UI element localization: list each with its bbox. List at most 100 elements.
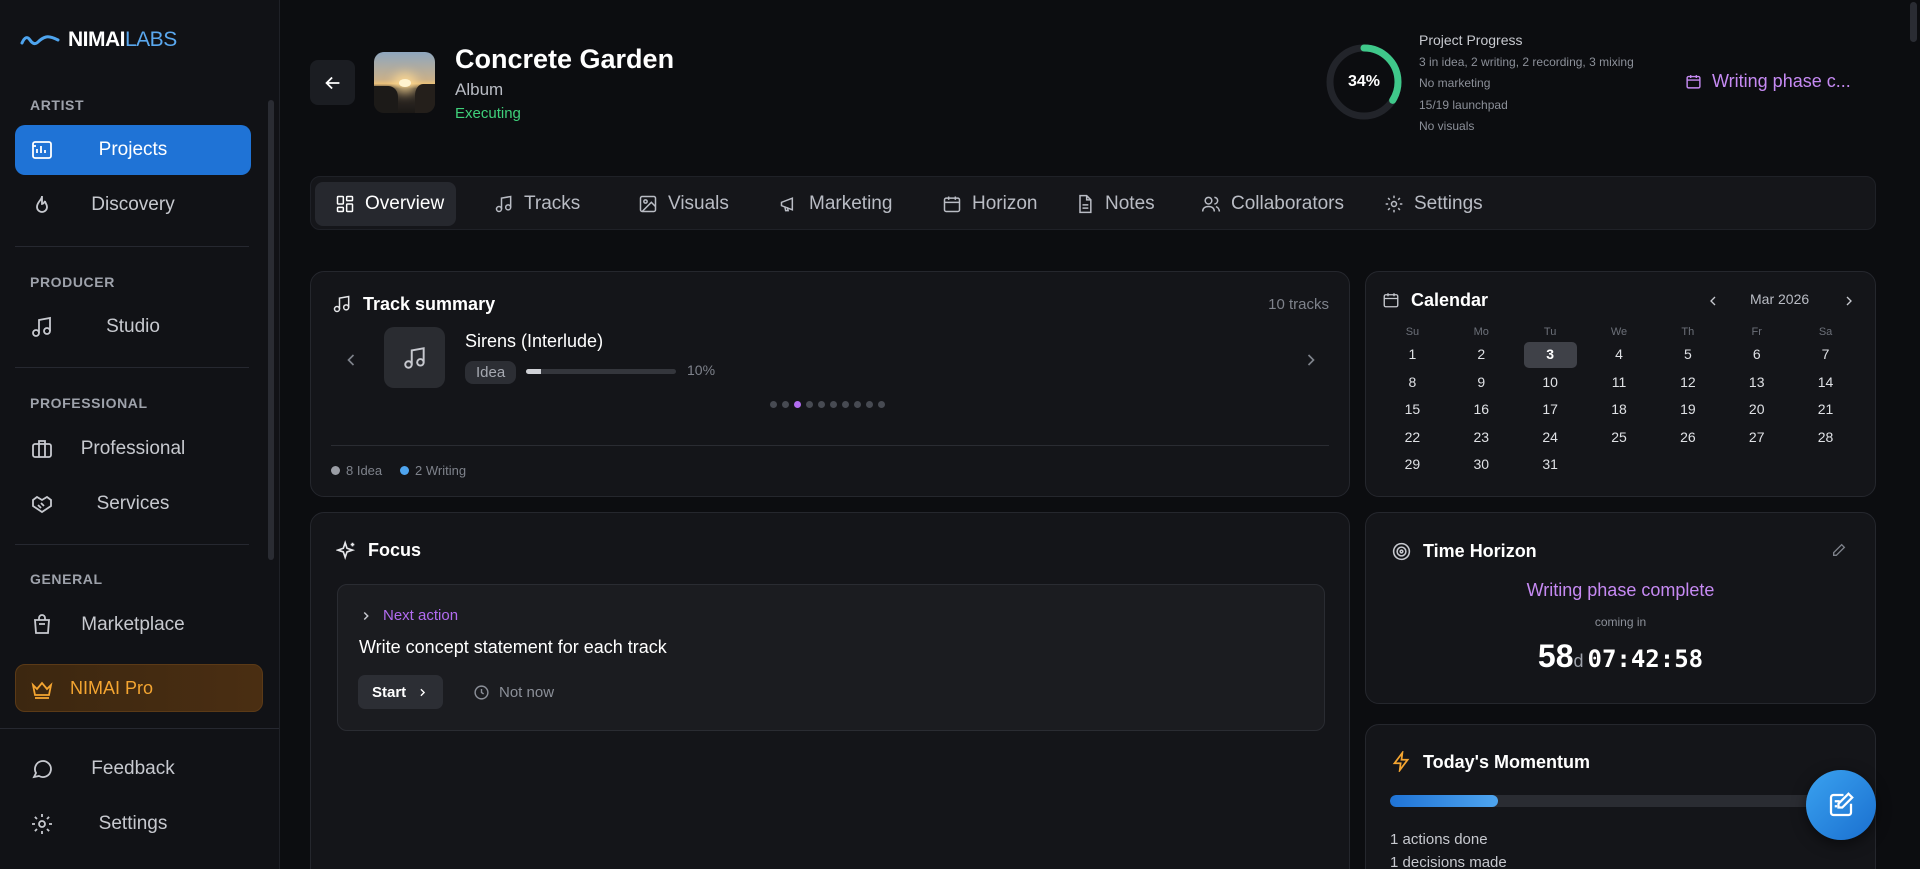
sidebar: NIMAILABS ARTIST Projects Discovery PROD… xyxy=(0,0,280,869)
megaphone-icon xyxy=(780,197,794,212)
image-icon xyxy=(639,195,657,213)
calendar-day[interactable]: 3 xyxy=(1523,342,1577,368)
calendar-day[interactable]: 4 xyxy=(1593,342,1646,368)
lightning-icon xyxy=(1392,751,1410,772)
countdown-days: 58 xyxy=(1537,638,1574,674)
tab-visuals[interactable]: Visuals xyxy=(618,182,741,226)
calendar-day[interactable]: 21 xyxy=(1799,397,1852,423)
tab-marketing[interactable]: Marketing xyxy=(759,182,904,226)
calendar-day[interactable]: 14 xyxy=(1799,370,1852,396)
sidebar-item-projects[interactable]: Projects xyxy=(15,125,251,175)
calendar-day[interactable]: 11 xyxy=(1593,370,1646,396)
calendar-day[interactable]: 25 xyxy=(1593,425,1646,451)
calendar-day[interactable]: 12 xyxy=(1661,370,1714,396)
calendar-day[interactable]: 1 xyxy=(1386,342,1439,368)
tab-label: Collaborators xyxy=(1231,193,1344,214)
chevron-right-icon[interactable] xyxy=(1841,293,1857,309)
carousel-dot[interactable] xyxy=(830,401,837,408)
calendar-day[interactable]: 20 xyxy=(1730,397,1783,423)
phase-link[interactable]: Writing phase c... xyxy=(1685,71,1851,92)
horizon-phase: Writing phase complete xyxy=(1526,580,1715,600)
calendar-day[interactable]: 15 xyxy=(1386,397,1439,423)
sidebar-scrollbar[interactable] xyxy=(268,100,274,560)
tab-label: Horizon xyxy=(972,193,1038,214)
calendar-day[interactable]: 28 xyxy=(1799,425,1852,451)
progress-line: No marketing xyxy=(1419,76,1491,90)
calendar-day[interactable]: 8 xyxy=(1386,370,1439,396)
sidebar-item-studio[interactable]: Studio xyxy=(15,302,251,352)
users-icon xyxy=(1201,196,1221,212)
calendar-day[interactable]: 27 xyxy=(1730,425,1783,451)
calendar-day[interactable]: 5 xyxy=(1661,342,1714,368)
pencil-icon[interactable] xyxy=(1831,542,1847,558)
tab-settings[interactable]: Settings xyxy=(1364,182,1495,226)
carousel-dot[interactable] xyxy=(806,401,813,408)
chevron-right-icon xyxy=(420,688,426,696)
back-button[interactable] xyxy=(310,60,355,105)
legend-item-idea: 8 Idea xyxy=(331,463,382,478)
sidebar-item-settings[interactable]: Settings xyxy=(15,799,251,849)
calendar-day[interactable]: 16 xyxy=(1455,397,1508,423)
carousel-dot[interactable] xyxy=(878,401,885,408)
logo[interactable]: NIMAILABS xyxy=(20,28,177,52)
focus-title: Focus xyxy=(368,540,422,560)
carousel-dot[interactable] xyxy=(782,401,789,408)
calendar-day[interactable]: 19 xyxy=(1661,397,1714,423)
carousel-dot[interactable] xyxy=(866,401,873,408)
clock-icon xyxy=(474,684,489,700)
not-now-button[interactable]: Not now xyxy=(473,675,554,709)
tab-bar: Overview Tracks Visuals Marketing Horizo… xyxy=(310,176,1876,230)
calendar-day[interactable]: 23 xyxy=(1455,425,1508,451)
sidebar-item-services[interactable]: Services xyxy=(15,479,251,529)
quick-note-button[interactable] xyxy=(1806,770,1876,840)
sidebar-item-marketplace[interactable]: Marketplace xyxy=(15,600,251,650)
sidebar-item-professional[interactable]: Professional xyxy=(15,424,251,474)
tab-tracks[interactable]: Tracks xyxy=(474,182,592,226)
chevron-left-icon[interactable] xyxy=(1705,293,1721,309)
sidebar-item-nimai-pro[interactable]: NIMAI Pro xyxy=(15,664,263,712)
calendar-day[interactable]: 7 xyxy=(1799,342,1852,368)
chevron-left-icon[interactable] xyxy=(341,350,361,370)
carousel-dot[interactable] xyxy=(842,401,849,408)
calendar-day[interactable]: 31 xyxy=(1524,452,1577,478)
calendar-day[interactable]: 18 xyxy=(1593,397,1646,423)
calendar-day[interactable]: 29 xyxy=(1386,452,1439,478)
next-action-label: Next action xyxy=(383,607,459,624)
calendar-day[interactable]: 26 xyxy=(1661,425,1714,451)
calendar-day[interactable]: 30 xyxy=(1455,452,1508,478)
calendar-day[interactable]: 6 xyxy=(1730,342,1783,368)
carousel-dot[interactable] xyxy=(818,401,825,408)
tab-label: Notes xyxy=(1105,193,1155,214)
legend-label: 8 Idea xyxy=(346,463,383,478)
divider xyxy=(331,445,1329,446)
tab-label: Overview xyxy=(365,193,445,214)
start-button[interactable]: Start xyxy=(358,675,444,709)
page-scrollbar[interactable] xyxy=(1907,0,1920,869)
sidebar-item-feedback[interactable]: Feedback xyxy=(15,744,251,794)
sidebar-item-label: NIMAI Pro xyxy=(70,677,154,698)
chevron-right-icon[interactable] xyxy=(1301,350,1321,370)
music-note-icon xyxy=(495,195,512,213)
sidebar-divider xyxy=(15,544,249,545)
sidebar-item-discovery[interactable]: Discovery xyxy=(15,180,251,230)
calendar-day[interactable]: 9 xyxy=(1455,370,1508,396)
next-action-header[interactable]: Next action xyxy=(359,607,458,624)
calendar-day[interactable]: 10 xyxy=(1524,370,1577,396)
carousel-dot[interactable] xyxy=(794,401,801,408)
calendar-icon xyxy=(943,196,961,213)
calendar-day[interactable]: 24 xyxy=(1524,425,1577,451)
calendar-day[interactable]: 13 xyxy=(1730,370,1783,396)
carousel-dot[interactable] xyxy=(770,401,777,408)
tab-notes[interactable]: Notes xyxy=(1055,182,1167,226)
tab-horizon[interactable]: Horizon xyxy=(922,182,1049,226)
calendar-day[interactable]: 17 xyxy=(1524,397,1577,423)
carousel-dot[interactable] xyxy=(854,401,861,408)
calendar-day[interactable]: 22 xyxy=(1386,425,1439,451)
progress-line: 3 in idea, 2 writing, 2 recording, 3 mix… xyxy=(1419,55,1634,69)
tab-collaborators[interactable]: Collaborators xyxy=(1181,182,1356,226)
tab-overview[interactable]: Overview xyxy=(315,182,457,226)
track-name[interactable]: Sirens (Interlude) xyxy=(465,331,603,352)
calendar-day[interactable]: 2 xyxy=(1455,342,1508,368)
focus-card: Focus Next action Write concept statemen… xyxy=(310,512,1350,869)
momentum-title: Today's Momentum xyxy=(1423,752,1590,772)
